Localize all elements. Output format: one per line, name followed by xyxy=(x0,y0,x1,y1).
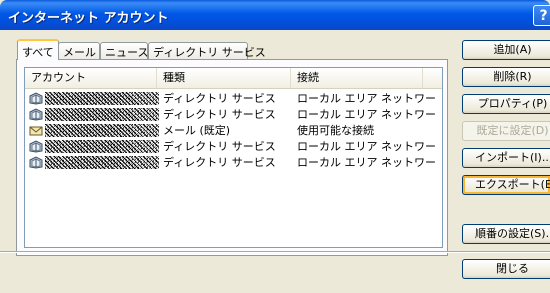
window-title: インターネット アカウント xyxy=(8,11,169,26)
account-type: メール (既定) xyxy=(163,124,231,137)
account-connection: ローカル エリア ネットワー... xyxy=(297,140,437,153)
close-button[interactable]: 閉じる xyxy=(462,259,550,279)
properties-button[interactable]: プロパティ(P) xyxy=(462,94,550,114)
mail-envelope-icon xyxy=(29,126,43,136)
set-default-button[interactable]: 既定に設定(D) xyxy=(462,121,550,141)
directory-book-icon xyxy=(29,140,43,153)
column-header-type[interactable]: 種類 xyxy=(157,68,291,88)
directory-book-icon xyxy=(29,156,43,169)
account-name-redacted xyxy=(45,92,159,105)
tab-all[interactable]: すべて xyxy=(17,39,59,60)
accounts-list[interactable]: アカウント 種類 接続 ディレクトリ サービス ローカル エリア ネットワー..… xyxy=(24,67,443,248)
table-row[interactable]: ディレクトリ サービス ローカル エリア ネットワー... xyxy=(25,92,442,105)
account-connection: ローカル エリア ネットワー... xyxy=(297,108,437,121)
account-connection: ローカル エリア ネットワー... xyxy=(297,92,437,105)
table-row[interactable]: ディレクトリ サービス ローカル エリア ネットワー... xyxy=(25,140,442,153)
list-header: アカウント 種類 接続 xyxy=(25,68,442,89)
export-button[interactable]: エクスポート(E)... xyxy=(462,175,550,195)
account-type: ディレクトリ サービス xyxy=(163,92,276,105)
title-bar: インターネット アカウント ? xyxy=(0,0,550,30)
account-type: ディレクトリ サービス xyxy=(163,156,276,169)
directory-book-icon xyxy=(29,92,43,105)
table-row[interactable]: メール (既定) 使用可能な接続 xyxy=(25,124,442,137)
account-connection: 使用可能な接続 xyxy=(297,124,374,137)
account-type: ディレクトリ サービス xyxy=(163,108,276,121)
tab-news[interactable]: ニュース xyxy=(100,42,148,59)
account-name-redacted xyxy=(45,140,159,153)
table-row[interactable]: ディレクトリ サービス ローカル エリア ネットワー... xyxy=(25,108,442,121)
column-header-account[interactable]: アカウント xyxy=(25,68,157,88)
account-name-redacted xyxy=(45,124,159,137)
add-button[interactable]: 追加(A) xyxy=(462,40,550,60)
tab-mail[interactable]: メール xyxy=(58,42,100,59)
account-name-redacted xyxy=(45,156,159,169)
account-name-redacted xyxy=(45,108,159,121)
set-order-button[interactable]: 順番の設定(S)... xyxy=(462,224,550,244)
import-button[interactable]: インポート(I)... xyxy=(462,148,550,168)
footer-divider xyxy=(0,251,550,253)
remove-button[interactable]: 削除(R) xyxy=(462,67,550,87)
account-connection: ローカル エリア ネットワー... xyxy=(297,156,437,169)
account-type: ディレクトリ サービス xyxy=(163,140,276,153)
directory-book-icon xyxy=(29,108,43,121)
column-header-connection[interactable]: 接続 xyxy=(291,68,423,88)
help-button[interactable]: ? xyxy=(533,5,550,26)
tab-directory-service[interactable]: ディレクトリ サービス xyxy=(148,42,266,59)
table-row[interactable]: ディレクトリ サービス ローカル エリア ネットワー... xyxy=(25,156,442,169)
